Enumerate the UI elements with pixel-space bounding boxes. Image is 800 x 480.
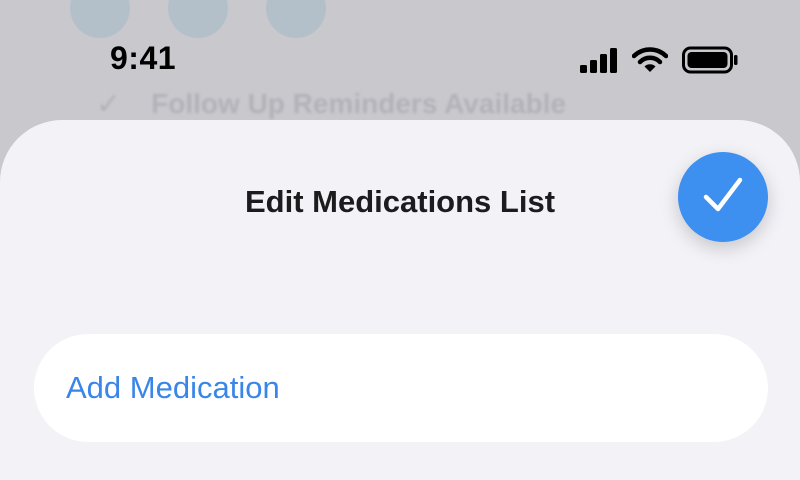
- add-medication-label: Add Medication: [66, 370, 280, 405]
- wifi-icon: [631, 47, 669, 78]
- status-bar: 9:41: [0, 0, 800, 120]
- done-button[interactable]: [678, 152, 768, 242]
- checkmark-icon: [701, 175, 745, 220]
- edit-medications-sheet: Edit Medications List Add Medication: [0, 120, 800, 480]
- status-icons: [580, 46, 738, 79]
- status-time: 9:41: [110, 40, 177, 76]
- battery-icon: [682, 46, 738, 79]
- cellular-signal-icon: [580, 47, 618, 78]
- add-medication-button[interactable]: Add Medication: [34, 334, 768, 442]
